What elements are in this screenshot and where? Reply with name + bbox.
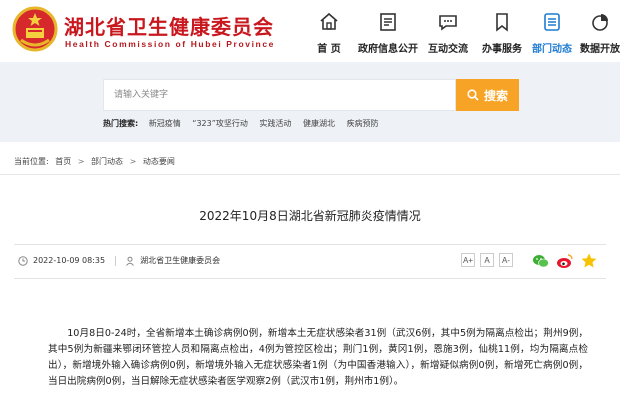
search-button-label: 搜索 (483, 88, 508, 103)
site-header: 湖北省卫生健康委员会 Health Commission of Hubei Pr… (0, 0, 620, 62)
hot-link[interactable]: “323”攻坚行动 (192, 119, 248, 128)
pie-chart-icon (592, 14, 608, 31)
user-icon (126, 256, 134, 266)
article-date: 2022-10-09 08:35 (33, 256, 106, 265)
nav-item-interaction[interactable]: 互动交流 (423, 0, 473, 62)
wechat-icon[interactable] (532, 252, 550, 270)
font-increase-button[interactable]: A+ (461, 253, 475, 267)
chevron-right-icon: > (77, 157, 85, 166)
nav-item-dept-news[interactable]: 部门动态 (527, 0, 577, 62)
divider (115, 255, 117, 266)
chevron-right-icon: > (129, 157, 137, 166)
hot-searches: 热门搜索: 新冠疫情 “323”攻坚行动 实践活动 健康湖北 疾病预防 (103, 118, 388, 129)
hot-link[interactable]: 实践活动 (259, 119, 291, 128)
site-subtitle: Health Commission of Hubei Province (65, 39, 275, 49)
search-input[interactable] (104, 80, 455, 110)
news-icon (544, 13, 560, 31)
breadcrumb-dept-news[interactable]: 部门动态 (91, 157, 123, 166)
nav-item-home[interactable]: 首 页 (307, 0, 351, 62)
bookmark-icon (496, 13, 508, 32)
share-bar (532, 252, 604, 270)
hot-searches-label: 热门搜索: (103, 119, 139, 128)
font-size-controls: A+ A A- (461, 253, 518, 267)
article-title: 2022年10月8日湖北省新冠肺炎疫情情况 (199, 209, 421, 223)
chat-icon (439, 15, 457, 31)
search-box (103, 79, 456, 111)
article-source: 湖北省卫生健康委员会 (140, 256, 221, 265)
hot-link[interactable]: 健康湖北 (303, 119, 335, 128)
font-reset-button[interactable]: A (480, 253, 494, 267)
article-meta: 2022-10-09 08:35 湖北省卫生健康委员会 (18, 255, 220, 266)
hot-link[interactable]: 新冠疫情 (149, 119, 181, 128)
article-body: 10月8日0-24时，全省新增本土确诊病例0例，新增本土无症状感染者31例（武汉… (48, 328, 588, 387)
divider (0, 174, 620, 175)
nav-item-open-data[interactable]: 数据开放 (575, 0, 620, 62)
national-emblem-icon (12, 6, 58, 52)
nav-item-services[interactable]: 办事服务 (477, 0, 527, 62)
divider (14, 278, 606, 279)
search-icon (467, 89, 479, 101)
font-decrease-button[interactable]: A- (499, 253, 513, 267)
nav-label-dept-news: 部门动态 (532, 44, 572, 55)
weibo-icon[interactable] (556, 252, 574, 270)
breadcrumb-news-highlights[interactable]: 动态要闻 (143, 157, 175, 166)
breadcrumb-label: 当前位置: (14, 157, 49, 166)
favorite-star-icon[interactable] (580, 252, 598, 270)
hot-link[interactable]: 疾病预防 (347, 119, 379, 128)
site-title[interactable]: 湖北省卫生健康委员会 (64, 11, 274, 40)
divider (14, 244, 606, 245)
document-list-icon (380, 13, 396, 31)
nav-label-services: 办事服务 (482, 44, 522, 55)
home-icon (320, 12, 338, 30)
search-button[interactable]: 搜索 (456, 79, 519, 111)
breadcrumb: 当前位置: 首页 > 部门动态 > 动态要闻 (14, 156, 179, 167)
clock-icon (18, 255, 28, 266)
nav-label-home: 首 页 (317, 44, 341, 55)
nav-label-gov-info: 政府信息公开 (358, 44, 418, 55)
nav-label-open-data: 数据开放 (580, 44, 620, 55)
search-band: 搜索 热门搜索: 新冠疫情 “323”攻坚行动 实践活动 健康湖北 疾病预防 (0, 62, 620, 142)
nav-item-gov-info[interactable]: 政府信息公开 (357, 0, 419, 62)
nav-label-interaction: 互动交流 (428, 44, 468, 55)
breadcrumb-home[interactable]: 首页 (55, 157, 71, 166)
